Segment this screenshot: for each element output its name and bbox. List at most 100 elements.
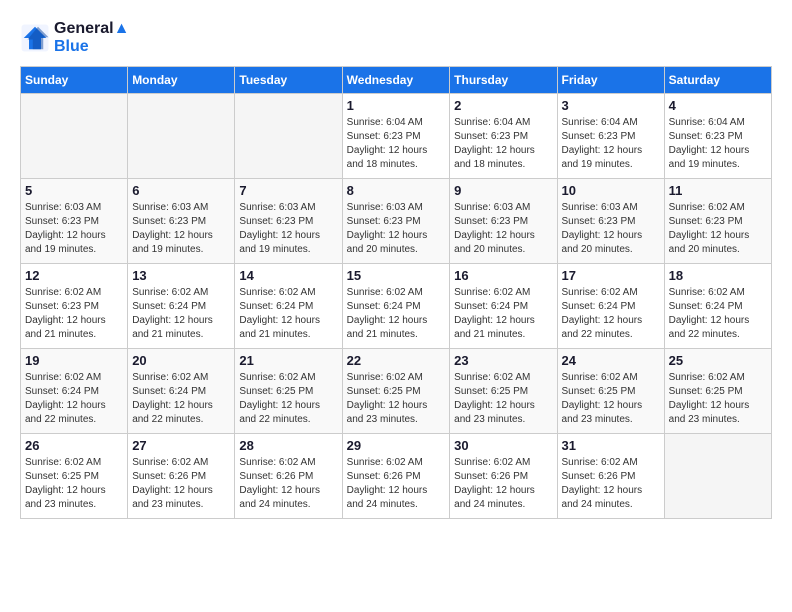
calendar-week-5: 26 Sunrise: 6:02 AM Sunset: 6:25 PM Dayli… xyxy=(21,434,772,519)
day-info: Sunrise: 6:04 AM Sunset: 6:23 PM Dayligh… xyxy=(454,116,552,172)
calendar-cell xyxy=(128,94,235,179)
day-number: 6 xyxy=(132,183,230,198)
logo: General▲ Blue xyxy=(20,20,129,56)
day-number: 22 xyxy=(347,353,446,368)
day-info: Sunrise: 6:02 AM Sunset: 6:24 PM Dayligh… xyxy=(347,286,446,342)
day-number: 4 xyxy=(669,98,767,113)
calendar-week-2: 5Sunrise: 6:03 AM Sunset: 6:23 PM Daylig… xyxy=(21,179,772,264)
calendar-week-4: 19 Sunrise: 6:02 AM Sunset: 6:24 PM Dayli… xyxy=(21,349,772,434)
day-number: 16 xyxy=(454,268,552,283)
day-info: Sunrise: 6:02 AM Sunset: 6:24 PM Dayligh… xyxy=(669,286,767,342)
calendar-cell: 3 Sunrise: 6:04 AM Sunset: 6:23 PM Daylig… xyxy=(557,94,664,179)
calendar-cell: 13 Sunrise: 6:02 AM Sunset: 6:24 PM Dayli… xyxy=(128,264,235,349)
logo-text: General▲ Blue xyxy=(54,20,129,56)
day-info: Sunrise: 6:03 AM Sunset: 6:23 PM Dayligh… xyxy=(239,201,337,257)
day-info: Sunrise: 6:03 AM Sunset: 6:23 PM Dayligh… xyxy=(347,201,446,257)
calendar-cell xyxy=(235,94,342,179)
weekday-header-wednesday: Wednesday xyxy=(342,67,450,94)
calendar-cell: 10 Sunrise: 6:03 AM Sunset: 6:23 PM Dayli… xyxy=(557,179,664,264)
calendar-cell: 23Sunrise: 6:02 AM Sunset: 6:25 PM Dayli… xyxy=(450,349,557,434)
day-number: 19 xyxy=(25,353,123,368)
calendar-cell: 21Sunrise: 6:02 AM Sunset: 6:25 PM Dayli… xyxy=(235,349,342,434)
day-info: Sunrise: 6:02 AM Sunset: 6:24 PM Dayligh… xyxy=(454,286,552,342)
calendar-cell: 29 Sunrise: 6:02 AM Sunset: 6:26 PM Dayli… xyxy=(342,434,450,519)
calendar-cell: 18 Sunrise: 6:02 AM Sunset: 6:24 PM Dayli… xyxy=(664,264,771,349)
day-number: 3 xyxy=(562,98,660,113)
page-header: General▲ Blue xyxy=(20,20,772,56)
weekday-header-tuesday: Tuesday xyxy=(235,67,342,94)
day-info: Sunrise: 6:04 AM Sunset: 6:23 PM Dayligh… xyxy=(347,116,446,172)
calendar-cell: 31 Sunrise: 6:02 AM Sunset: 6:26 PM Dayli… xyxy=(557,434,664,519)
day-number: 11 xyxy=(669,183,767,198)
day-number: 24 xyxy=(562,353,660,368)
calendar-cell: 9Sunrise: 6:03 AM Sunset: 6:23 PM Daylig… xyxy=(450,179,557,264)
day-info: Sunrise: 6:02 AM Sunset: 6:26 PM Dayligh… xyxy=(454,456,552,512)
day-number: 13 xyxy=(132,268,230,283)
day-info: Sunrise: 6:02 AM Sunset: 6:24 PM Dayligh… xyxy=(132,286,230,342)
calendar-cell: 24 Sunrise: 6:02 AM Sunset: 6:25 PM Dayli… xyxy=(557,349,664,434)
day-number: 9 xyxy=(454,183,552,198)
calendar-cell: 7 Sunrise: 6:03 AM Sunset: 6:23 PM Daylig… xyxy=(235,179,342,264)
day-info: Sunrise: 6:02 AM Sunset: 6:24 PM Dayligh… xyxy=(132,371,230,427)
day-info: Sunrise: 6:02 AM Sunset: 6:25 PM Dayligh… xyxy=(562,371,660,427)
calendar-cell: 12 Sunrise: 6:02 AM Sunset: 6:23 PM Dayli… xyxy=(21,264,128,349)
day-number: 18 xyxy=(669,268,767,283)
day-info: Sunrise: 6:02 AM Sunset: 6:23 PM Dayligh… xyxy=(25,286,123,342)
calendar-table: SundayMondayTuesdayWednesdayThursdayFrid… xyxy=(20,66,772,519)
day-number: 1 xyxy=(347,98,446,113)
day-number: 10 xyxy=(562,183,660,198)
calendar-cell: 26 Sunrise: 6:02 AM Sunset: 6:25 PM Dayli… xyxy=(21,434,128,519)
calendar-cell: 28 Sunrise: 6:02 AM Sunset: 6:26 PM Dayli… xyxy=(235,434,342,519)
day-number: 29 xyxy=(347,438,446,453)
day-number: 7 xyxy=(239,183,337,198)
day-number: 12 xyxy=(25,268,123,283)
day-info: Sunrise: 6:02 AM Sunset: 6:25 PM Dayligh… xyxy=(25,456,123,512)
weekday-header-thursday: Thursday xyxy=(450,67,557,94)
day-info: Sunrise: 6:02 AM Sunset: 6:23 PM Dayligh… xyxy=(669,201,767,257)
weekday-header-monday: Monday xyxy=(128,67,235,94)
weekday-header-saturday: Saturday xyxy=(664,67,771,94)
day-number: 23 xyxy=(454,353,552,368)
day-info: Sunrise: 6:04 AM Sunset: 6:23 PM Dayligh… xyxy=(562,116,660,172)
weekday-header-sunday: Sunday xyxy=(21,67,128,94)
day-number: 8 xyxy=(347,183,446,198)
day-number: 27 xyxy=(132,438,230,453)
day-info: Sunrise: 6:04 AM Sunset: 6:23 PM Dayligh… xyxy=(669,116,767,172)
day-info: Sunrise: 6:02 AM Sunset: 6:25 PM Dayligh… xyxy=(347,371,446,427)
calendar-cell xyxy=(21,94,128,179)
calendar-cell: 19 Sunrise: 6:02 AM Sunset: 6:24 PM Dayli… xyxy=(21,349,128,434)
calendar-cell: 11 Sunrise: 6:02 AM Sunset: 6:23 PM Dayli… xyxy=(664,179,771,264)
day-info: Sunrise: 6:02 AM Sunset: 6:24 PM Dayligh… xyxy=(239,286,337,342)
calendar-cell: 25 Sunrise: 6:02 AM Sunset: 6:25 PM Dayli… xyxy=(664,349,771,434)
calendar-week-3: 12 Sunrise: 6:02 AM Sunset: 6:23 PM Dayli… xyxy=(21,264,772,349)
day-info: Sunrise: 6:02 AM Sunset: 6:26 PM Dayligh… xyxy=(132,456,230,512)
day-number: 28 xyxy=(239,438,337,453)
calendar-cell: 5Sunrise: 6:03 AM Sunset: 6:23 PM Daylig… xyxy=(21,179,128,264)
day-info: Sunrise: 6:02 AM Sunset: 6:26 PM Dayligh… xyxy=(562,456,660,512)
day-info: Sunrise: 6:02 AM Sunset: 6:24 PM Dayligh… xyxy=(25,371,123,427)
day-info: Sunrise: 6:02 AM Sunset: 6:25 PM Dayligh… xyxy=(669,371,767,427)
day-number: 30 xyxy=(454,438,552,453)
calendar-cell: 6 Sunrise: 6:03 AM Sunset: 6:23 PM Daylig… xyxy=(128,179,235,264)
day-number: 20 xyxy=(132,353,230,368)
day-number: 25 xyxy=(669,353,767,368)
calendar-cell: 22 Sunrise: 6:02 AM Sunset: 6:25 PM Dayli… xyxy=(342,349,450,434)
day-info: Sunrise: 6:03 AM Sunset: 6:23 PM Dayligh… xyxy=(562,201,660,257)
calendar-cell: 8 Sunrise: 6:03 AM Sunset: 6:23 PM Daylig… xyxy=(342,179,450,264)
day-number: 31 xyxy=(562,438,660,453)
weekday-header-friday: Friday xyxy=(557,67,664,94)
day-number: 26 xyxy=(25,438,123,453)
calendar-cell: 1 Sunrise: 6:04 AM Sunset: 6:23 PM Daylig… xyxy=(342,94,450,179)
day-info: Sunrise: 6:03 AM Sunset: 6:23 PM Dayligh… xyxy=(132,201,230,257)
day-info: Sunrise: 6:02 AM Sunset: 6:26 PM Dayligh… xyxy=(347,456,446,512)
day-number: 17 xyxy=(562,268,660,283)
day-info: Sunrise: 6:02 AM Sunset: 6:26 PM Dayligh… xyxy=(239,456,337,512)
day-number: 15 xyxy=(347,268,446,283)
calendar-cell: 27 Sunrise: 6:02 AM Sunset: 6:26 PM Dayli… xyxy=(128,434,235,519)
day-info: Sunrise: 6:02 AM Sunset: 6:24 PM Dayligh… xyxy=(562,286,660,342)
calendar-cell: 17 Sunrise: 6:02 AM Sunset: 6:24 PM Dayli… xyxy=(557,264,664,349)
calendar-body: 1 Sunrise: 6:04 AM Sunset: 6:23 PM Daylig… xyxy=(21,94,772,519)
calendar-week-1: 1 Sunrise: 6:04 AM Sunset: 6:23 PM Daylig… xyxy=(21,94,772,179)
calendar-cell: 2Sunrise: 6:04 AM Sunset: 6:23 PM Daylig… xyxy=(450,94,557,179)
weekday-header-row: SundayMondayTuesdayWednesdayThursdayFrid… xyxy=(21,67,772,94)
